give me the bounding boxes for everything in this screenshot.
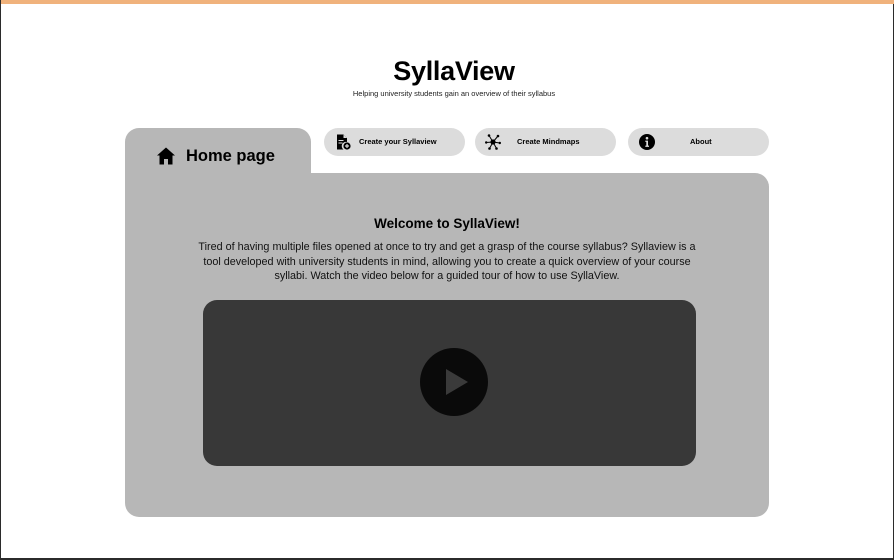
play-button[interactable]	[420, 348, 488, 416]
welcome-text: Tired of having multiple files opened at…	[198, 241, 696, 282]
tab-home-page[interactable]: Home page	[125, 128, 311, 188]
tab-create-syllaview[interactable]: Create your Syllaview	[324, 128, 465, 156]
play-icon	[446, 369, 468, 395]
app-window: SyllaView Helping university students ga…	[0, 0, 894, 560]
tab-create-mindmaps-label: Create Mindmaps	[517, 137, 580, 146]
tab-home-page-label: Home page	[186, 147, 275, 165]
welcome-title: Welcome to SyllaView!	[374, 216, 520, 231]
site-subtitle: Helping university students gain an over…	[352, 89, 556, 98]
document-add-icon	[337, 134, 351, 150]
mindmap-icon	[485, 134, 501, 150]
video-player[interactable]	[203, 300, 696, 466]
site-title: SyllaView	[393, 56, 515, 86]
tab-create-mindmaps[interactable]: Create Mindmaps	[475, 128, 616, 156]
accent-bar	[1, 0, 894, 4]
info-icon	[639, 134, 655, 150]
home-icon	[157, 147, 175, 165]
tab-create-syllaview-label: Create your Syllaview	[359, 137, 437, 146]
tab-about[interactable]: About	[628, 128, 769, 156]
tab-about-label: About	[690, 137, 712, 146]
